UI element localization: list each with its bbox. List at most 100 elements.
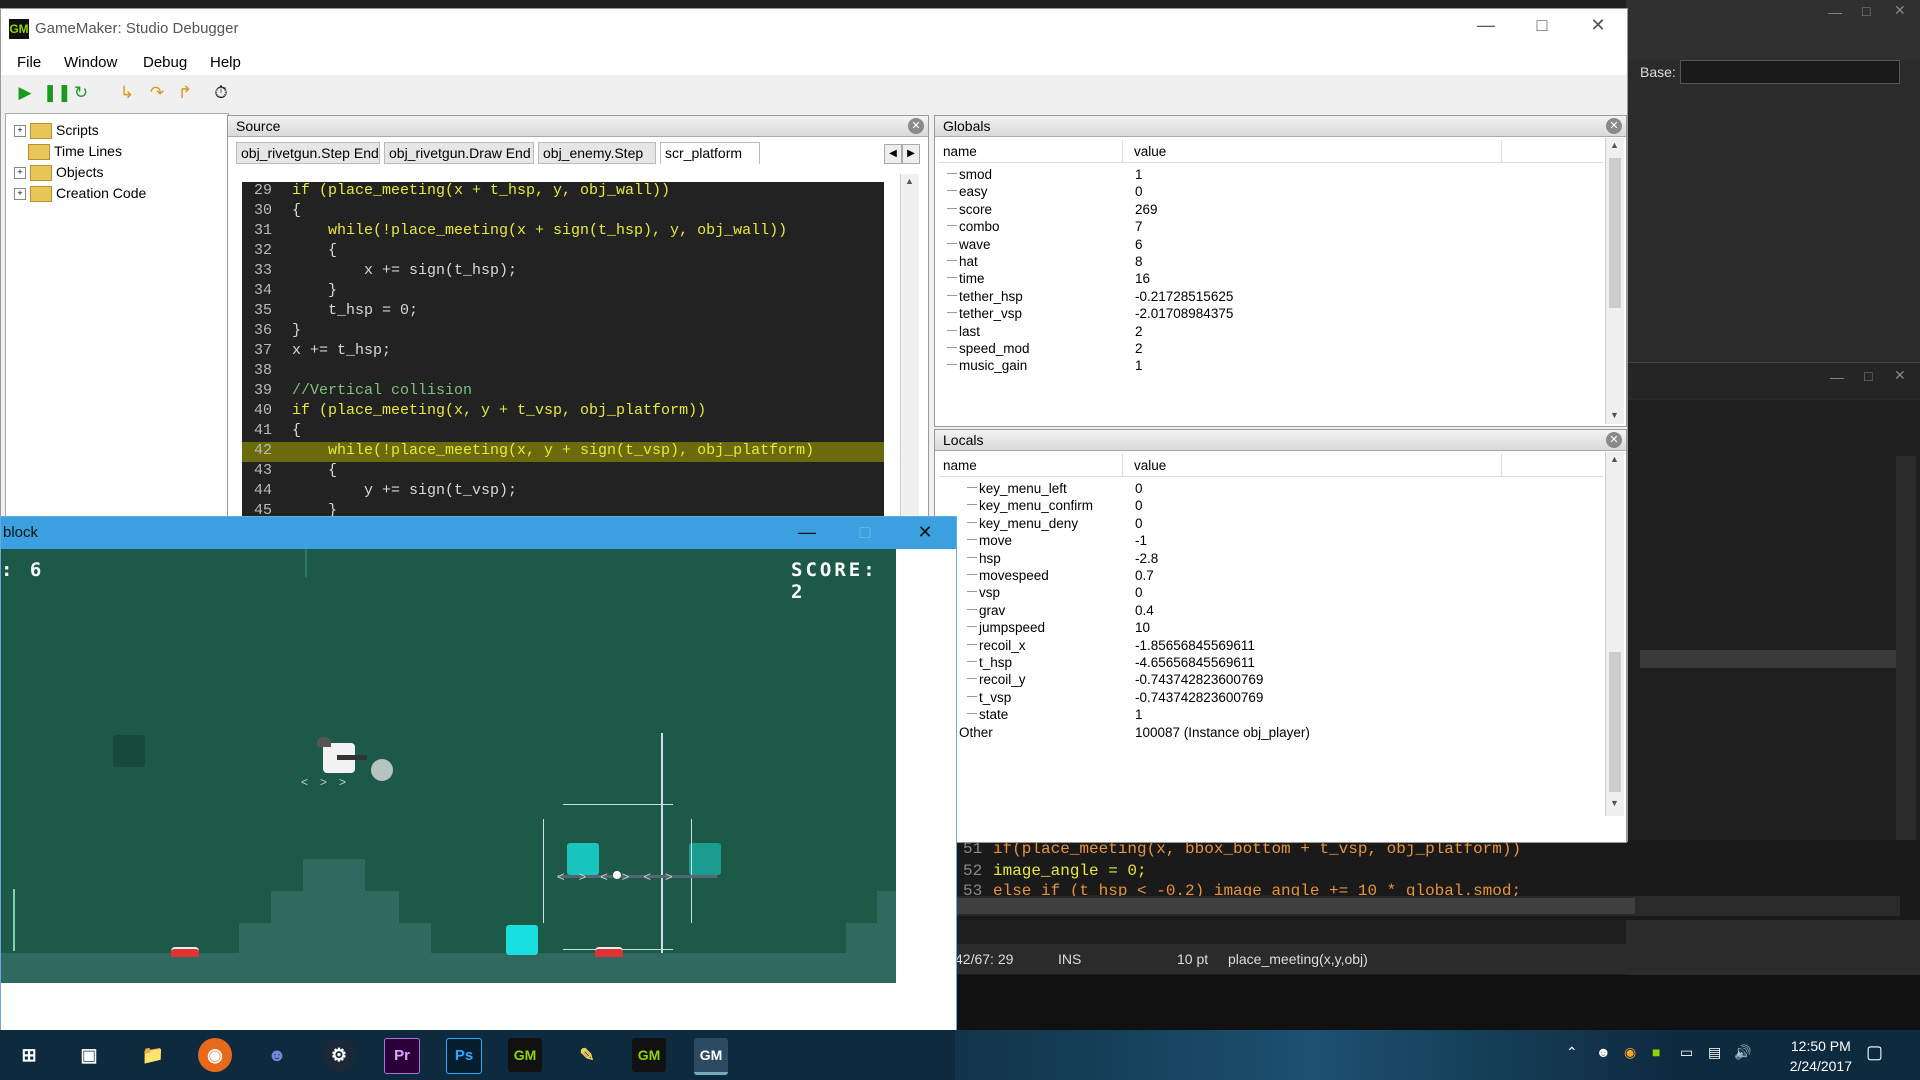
menu-window[interactable]: Window <box>64 54 117 71</box>
column-divider[interactable] <box>1501 140 1502 162</box>
tree-item-objects[interactable]: + Objects <box>14 164 103 184</box>
globals-scrollbar[interactable]: ▲ ▼ <box>1605 138 1624 424</box>
code-line[interactable]: 34 } <box>242 282 884 302</box>
game-canvas[interactable]: : 6 SCORE: 2 <><><> <>> <box>1 549 896 983</box>
network-icon[interactable]: ▤ <box>1708 1044 1721 1061</box>
column-divider[interactable] <box>1501 454 1502 476</box>
variable-value[interactable]: -4.65656845569611 <box>1135 655 1255 670</box>
variable-value[interactable]: 7 <box>1135 219 1143 234</box>
scroll-up-icon[interactable]: ▲ <box>905 176 914 186</box>
column-header-value[interactable]: value <box>1134 144 1166 159</box>
paint-icon[interactable]: ✎ <box>570 1038 604 1072</box>
code-line[interactable]: 42 while(!place_meeting(x, y + sign(t_vs… <box>242 442 884 462</box>
variable-value[interactable]: 2 <box>1135 341 1143 356</box>
pause-icon[interactable]: ❚❚ <box>43 83 72 103</box>
tree-item-creation-code[interactable]: + Creation Code <box>14 185 146 205</box>
close-icon[interactable]: ✕ <box>1575 15 1621 36</box>
variable-value[interactable]: -1 <box>1135 533 1147 548</box>
variable-value[interactable]: 16 <box>1135 271 1150 286</box>
tab-enemy-step[interactable]: obj_enemy.Step <box>538 142 656 164</box>
scroll-down-icon[interactable]: ▼ <box>1610 798 1619 808</box>
step-out-icon[interactable]: ↱ <box>175 83 195 103</box>
battery-icon[interactable]: ▭ <box>1680 1044 1693 1061</box>
code-line[interactable]: 44 y += sign(t_vsp); <box>242 482 884 502</box>
column-header-name[interactable]: name <box>943 144 977 159</box>
source-scrollbar[interactable]: ▲ <box>900 174 919 534</box>
maximize-icon[interactable]: □ <box>1519 15 1565 36</box>
menu-file[interactable]: File <box>17 54 41 71</box>
scroll-up-icon[interactable]: ▲ <box>1610 140 1619 150</box>
minimize-icon[interactable]: — <box>1830 369 1844 385</box>
tray-app-icon[interactable]: ◉ <box>1624 1044 1636 1061</box>
discord-icon[interactable]: ☻ <box>260 1038 294 1072</box>
gamemaker-active-icon[interactable]: GM <box>694 1038 728 1075</box>
variable-value[interactable]: -0.743742823600769 <box>1135 690 1263 705</box>
variable-value[interactable]: 269 <box>1135 202 1158 217</box>
code-line[interactable]: 35 t_hsp = 0; <box>242 302 884 322</box>
horizontal-scrollbar[interactable] <box>955 896 1900 916</box>
close-icon[interactable]: ✕ <box>1894 2 1906 19</box>
maximize-icon[interactable]: □ <box>1862 3 1870 19</box>
variable-value[interactable]: 10 <box>1135 620 1150 635</box>
variable-value[interactable]: 6 <box>1135 237 1143 252</box>
variable-value[interactable]: 1 <box>1135 707 1143 722</box>
code-line[interactable]: 32 { <box>242 242 884 262</box>
expand-icon[interactable]: + <box>14 188 26 201</box>
expand-icon[interactable]: + <box>14 167 26 180</box>
code-line[interactable]: 39 //Vertical collision <box>242 382 884 402</box>
code-line[interactable]: 29 if (place_meeting(x + t_hsp, y, obj_wa… <box>242 182 884 202</box>
minimize-icon[interactable]: — <box>787 522 827 543</box>
tree-item-scripts[interactable]: + Scripts <box>14 122 99 142</box>
variable-value[interactable]: 0 <box>1135 516 1143 531</box>
tab-scroll-left-icon[interactable]: ◀ <box>884 144 902 164</box>
column-divider[interactable] <box>1122 140 1123 162</box>
close-panel-icon[interactable]: ✕ <box>908 118 924 134</box>
volume-icon[interactable]: 🔊 <box>1734 1044 1751 1061</box>
variable-value[interactable]: 2 <box>1135 324 1143 339</box>
scroll-up-icon[interactable]: ▲ <box>1610 454 1619 464</box>
table-row[interactable]: music_gain 1 <box>939 355 1603 376</box>
minimize-icon[interactable]: — <box>1828 4 1842 20</box>
file-explorer-icon[interactable]: 📁 <box>136 1038 170 1072</box>
variable-value[interactable]: 1 <box>1135 358 1143 373</box>
expand-icon[interactable]: + <box>14 125 26 138</box>
table-row-other[interactable]: Other 100087 (Instance obj_player) <box>939 722 1603 743</box>
variable-value[interactable]: 0.4 <box>1135 603 1154 618</box>
step-over-icon[interactable]: ↷ <box>147 83 167 103</box>
code-line[interactable]: 30 { <box>242 202 884 222</box>
locals-scrollbar[interactable]: ▲ ▼ <box>1605 452 1624 816</box>
column-header-value[interactable]: value <box>1134 458 1166 473</box>
maximize-icon[interactable]: □ <box>1864 368 1872 384</box>
windows-start-icon[interactable]: ⊞ <box>12 1038 46 1072</box>
realtime-icon[interactable]: ⏱ <box>211 83 231 103</box>
code-line[interactable]: 31 while(!place_meeting(x + sign(t_hsp),… <box>242 222 884 242</box>
close-icon[interactable]: ✕ <box>905 522 945 543</box>
variable-value[interactable]: 0 <box>1135 481 1143 496</box>
tab-rivetgun-draw-end[interactable]: obj_rivetgun.Draw End <box>384 142 534 164</box>
maximize-icon[interactable]: □ <box>845 522 885 543</box>
variable-value[interactable]: 0 <box>1135 498 1143 513</box>
discord-tray-icon[interactable]: ☻ <box>1596 1044 1611 1060</box>
variable-value[interactable]: -2.01708984375 <box>1135 306 1233 321</box>
variable-value[interactable]: 100087 (Instance obj_player) <box>1135 725 1310 740</box>
close-icon[interactable]: ✕ <box>1894 367 1906 384</box>
variable-value[interactable]: -2.8 <box>1135 551 1158 566</box>
gamemaker-icon[interactable]: GM <box>508 1038 542 1072</box>
tree-item-timelines[interactable]: Time Lines <box>28 143 122 163</box>
steam-icon[interactable]: ⚙ <box>322 1038 356 1072</box>
variable-value[interactable]: 0.7 <box>1135 568 1154 583</box>
scrollbar-thumb[interactable] <box>1609 158 1621 308</box>
premiere-icon[interactable]: Pr <box>384 1038 420 1074</box>
step-into-icon[interactable]: ↳ <box>117 83 137 103</box>
scrollbar-thumb[interactable] <box>955 898 1635 914</box>
photoshop-icon[interactable]: Ps <box>446 1038 482 1074</box>
clock[interactable]: 12:50 PM 2/24/2017 <box>1790 1036 1852 1076</box>
nvidia-icon[interactable]: ■ <box>1652 1044 1660 1060</box>
code-line[interactable]: 38 <box>242 362 884 382</box>
minimize-icon[interactable]: — <box>1463 15 1509 36</box>
code-line[interactable]: 41 { <box>242 422 884 442</box>
code-line[interactable]: 36} <box>242 322 884 342</box>
scroll-down-icon[interactable]: ▼ <box>1610 410 1619 420</box>
code-line[interactable]: 40 if (place_meeting(x, y + t_vsp, obj_pl… <box>242 402 884 422</box>
column-divider[interactable] <box>1122 454 1123 476</box>
